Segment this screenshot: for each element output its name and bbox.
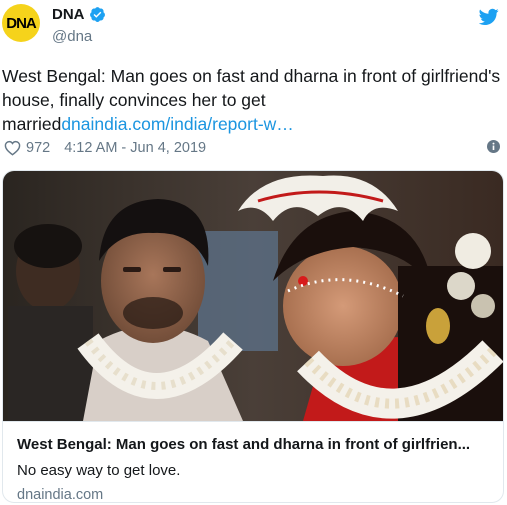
twitter-bird-icon[interactable] xyxy=(479,8,499,26)
verified-badge-icon xyxy=(89,7,105,22)
timestamp[interactable]: 4:12 AM - Jun 4, 2019 xyxy=(64,140,206,156)
wedding-photo xyxy=(3,171,503,421)
display-name[interactable]: DNA xyxy=(52,6,85,23)
tweet-meta: 972 4:12 AM - Jun 4, 2019 xyxy=(4,138,502,158)
tweet-link[interactable]: dnaindia.com/india/report-w… xyxy=(61,114,293,134)
card-title[interactable]: West Bengal: Man goes on fast and dharna… xyxy=(17,436,492,453)
card-image[interactable] xyxy=(3,171,503,421)
tweet-embed: DNA DNA @dna West Bengal: Man goes on fa… xyxy=(0,0,507,505)
card-body[interactable]: West Bengal: Man goes on fast and dharna… xyxy=(3,421,503,502)
logo-text: DNA xyxy=(6,14,36,32)
info-icon[interactable] xyxy=(487,140,500,153)
avatar[interactable]: DNA xyxy=(2,4,40,42)
card-description: No easy way to get love. xyxy=(17,462,181,479)
like-count[interactable]: 972 xyxy=(26,140,50,156)
link-card[interactable]: West Bengal: Man goes on fast and dharna… xyxy=(2,170,504,503)
tweet-text: West Bengal: Man goes on fast and dharna… xyxy=(2,64,502,136)
author-name-row[interactable]: DNA xyxy=(52,6,106,23)
handle[interactable]: @dna xyxy=(52,28,92,45)
card-domain[interactable]: dnaindia.com xyxy=(17,487,103,502)
heart-icon[interactable] xyxy=(4,140,21,156)
